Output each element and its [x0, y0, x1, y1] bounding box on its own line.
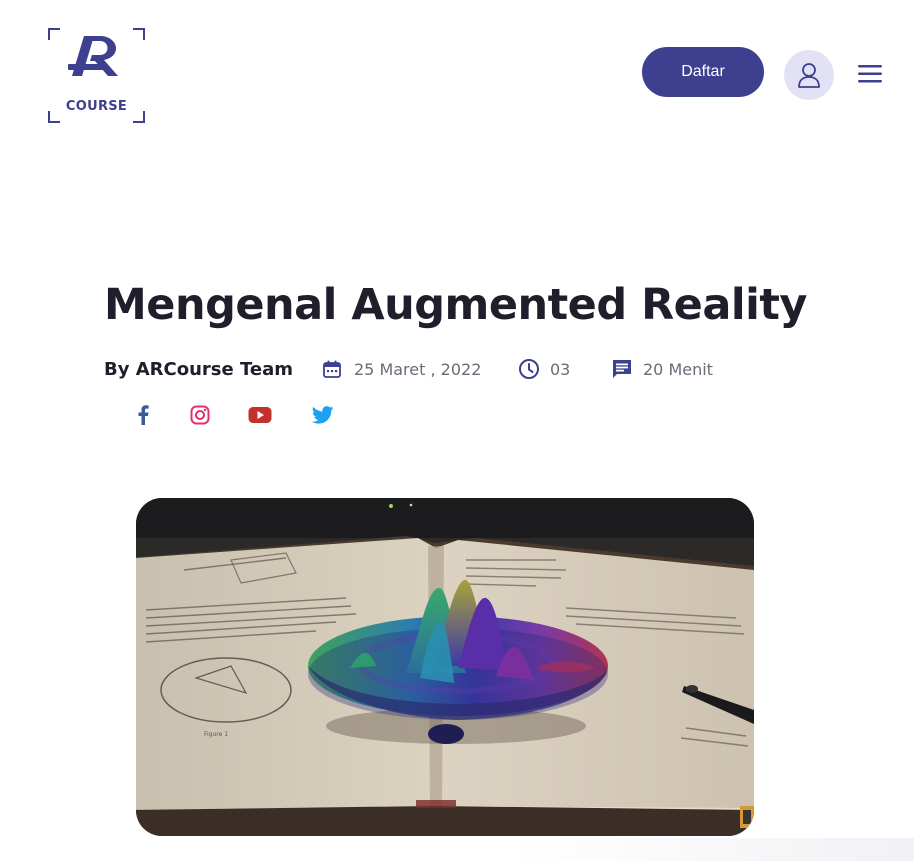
- facebook-share-link[interactable]: [131, 403, 155, 427]
- youtube-icon: [248, 407, 272, 423]
- bottom-overlay: [510, 838, 914, 861]
- calendar-icon: [322, 358, 344, 380]
- instagram-icon: [190, 405, 210, 425]
- article-duration: 20 Menit: [611, 357, 713, 381]
- svg-text:Figure 1: Figure 1: [204, 731, 228, 738]
- facebook-icon: [138, 405, 149, 425]
- youtube-share-link[interactable]: [248, 403, 272, 427]
- instagram-share-link[interactable]: [188, 403, 212, 427]
- clock-icon: [518, 358, 540, 380]
- article-date: 25 Maret , 2022: [322, 357, 481, 381]
- site-logo[interactable]: COURSE: [48, 28, 145, 123]
- menu-button[interactable]: [858, 62, 882, 86]
- hamburger-menu-icon: [858, 65, 882, 83]
- ar-book-illustration: Figure 1: [136, 498, 754, 836]
- article-title: Mengenal Augmented Reality: [104, 280, 807, 330]
- register-button[interactable]: Daftar: [642, 47, 764, 97]
- article-hero-image: Figure 1: [136, 498, 754, 836]
- duration-text: 20 Menit: [643, 359, 713, 379]
- views-text: 03: [550, 359, 571, 379]
- twitter-share-link[interactable]: [311, 403, 335, 427]
- user-icon: [798, 63, 820, 88]
- comment-icon: [611, 358, 633, 380]
- article-views: 03: [518, 357, 570, 381]
- logo-text: COURSE: [65, 99, 128, 114]
- twitter-icon: [312, 406, 334, 424]
- date-text: 25 Maret , 2022: [354, 359, 482, 379]
- article-author: By ARCourse Team: [104, 358, 293, 380]
- logo-mark: [68, 36, 118, 76]
- user-profile-button[interactable]: [784, 50, 834, 100]
